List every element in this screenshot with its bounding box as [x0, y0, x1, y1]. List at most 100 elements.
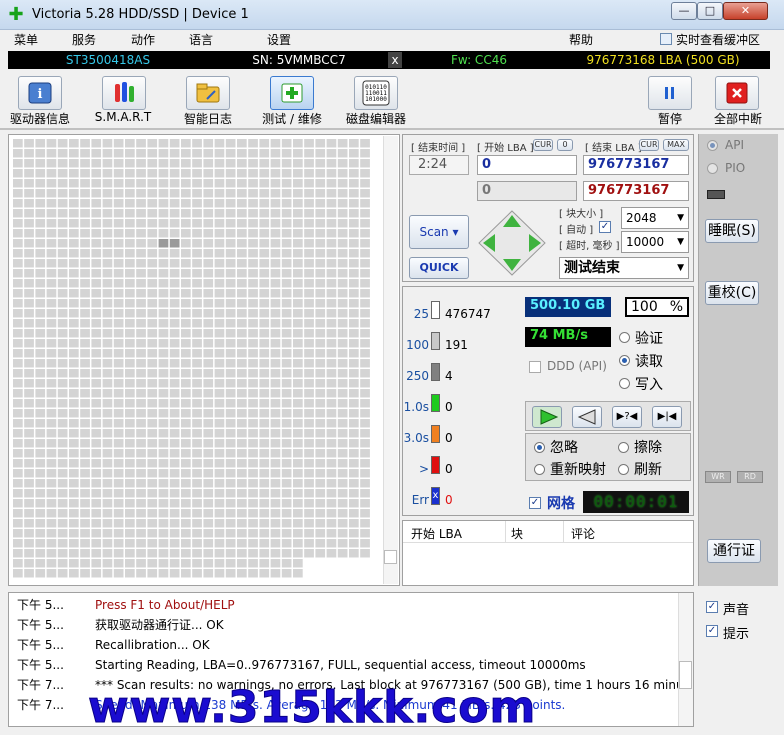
- pause-button[interactable]: [648, 76, 692, 110]
- passport-button[interactable]: 通行证: [707, 539, 761, 563]
- smart-label: S.M.A.R.T: [94, 110, 152, 124]
- hints-label: 提示: [723, 627, 750, 642]
- end-time-field[interactable]: 2:24: [409, 155, 469, 175]
- skip-unknown-icon[interactable]: ▶?◀: [612, 406, 642, 428]
- stat-label: >: [418, 462, 429, 476]
- timeout-select[interactable]: 10000 ▼: [621, 231, 689, 253]
- play-icon[interactable]: [532, 406, 562, 428]
- api-radio[interactable]: [707, 140, 718, 151]
- log-time: 下午 5...: [17, 618, 64, 632]
- disk-editor-button[interactable]: 010110 110011 101000: [354, 76, 398, 110]
- smart-log-label: 智能日志: [183, 112, 232, 126]
- recalibrate-button[interactable]: 重校(C): [705, 281, 759, 305]
- read-radio[interactable]: [619, 355, 630, 366]
- smart-button[interactable]: [102, 76, 146, 110]
- grid-scrollbar[interactable]: [383, 136, 398, 584]
- close-button[interactable]: ✕: [723, 2, 768, 20]
- block-size-label: [ 块大小 ]: [559, 209, 604, 220]
- log-folder-icon: [187, 77, 229, 109]
- write-radio[interactable]: [619, 378, 630, 389]
- end-lba-current: 976773167: [583, 181, 689, 201]
- drive-info-button[interactable]: i: [18, 76, 62, 110]
- skip-end-icon[interactable]: ▶|◀: [652, 406, 682, 428]
- pio-label: PIO: [725, 161, 746, 175]
- test-repair-button[interactable]: [270, 76, 314, 110]
- pio-radio[interactable]: [707, 163, 718, 174]
- grid-checkbox[interactable]: ✓: [529, 497, 541, 509]
- start-lba-current: 0: [477, 181, 577, 201]
- minimize-button[interactable]: —: [671, 2, 697, 20]
- toolbar-divider: [0, 128, 784, 130]
- stat-value: 0: [445, 400, 453, 414]
- stat-label: 1.0s: [403, 400, 429, 414]
- buffer-view-icon[interactable]: [660, 33, 672, 45]
- menu-item-action[interactable]: 动作: [131, 31, 155, 48]
- test-status-select[interactable]: 测试结束 ▼: [559, 257, 689, 279]
- log-time: 下午 5...: [17, 638, 64, 652]
- start-zero-button[interactable]: 0: [557, 139, 573, 151]
- menu-item-settings[interactable]: 设置: [267, 31, 291, 48]
- indicator-icon: [707, 190, 725, 199]
- direction-pad-icon[interactable]: [477, 209, 547, 277]
- menu-item-help[interactable]: 帮助: [569, 31, 593, 48]
- menu-item-service[interactable]: 服务: [72, 31, 96, 48]
- binary-editor-icon: 010110 110011 101000: [355, 77, 397, 109]
- end-lba-input[interactable]: 976773167: [583, 155, 689, 175]
- end-max-button[interactable]: MAX: [663, 139, 689, 151]
- device-info-bar: ST3500418AS SN: 5VMMBCC7 x Fw: CC46 9767…: [8, 51, 770, 69]
- stat-color-bar: [431, 363, 440, 381]
- stat-color-bar: [431, 332, 440, 350]
- erase-radio[interactable]: [618, 442, 629, 453]
- log-message: 获取驱动器通行证... OK: [95, 618, 224, 632]
- realtime-buffer-label[interactable]: 实时查看缓冲区: [676, 31, 760, 48]
- stat-label: 100: [406, 338, 429, 352]
- col-comment[interactable]: 评论: [571, 525, 595, 542]
- ddd-label: DDD (API): [547, 359, 607, 373]
- quick-button[interactable]: QUICK: [409, 257, 469, 279]
- ignore-radio[interactable]: [534, 442, 545, 453]
- menu-bar: 菜单 服务 动作 语言 设置 帮助 实时查看缓冲区: [0, 30, 784, 50]
- rewind-icon[interactable]: [572, 406, 602, 428]
- maximize-button[interactable]: □: [697, 2, 723, 20]
- stat-label: 250: [406, 369, 429, 383]
- stat-label: Err: [411, 493, 429, 507]
- verify-radio[interactable]: [619, 332, 630, 343]
- block-size-select[interactable]: 2048 ▼: [621, 207, 689, 229]
- scan-block-grid: [13, 139, 370, 578]
- defect-table: 开始 LBA 块 评论: [402, 520, 694, 586]
- sound-checkbox[interactable]: ✓: [706, 601, 718, 613]
- wr-indicator: WR: [705, 471, 731, 483]
- remap-radio[interactable]: [534, 464, 545, 475]
- error-action-group: 忽略 擦除 重新映射 刷新: [525, 433, 691, 481]
- end-cur-button[interactable]: CUR: [639, 139, 659, 151]
- stat-color-bar: x: [431, 487, 440, 505]
- stat-value: 0: [445, 462, 453, 476]
- device-firmware: Fw: CC46: [451, 53, 507, 67]
- stat-label: 25: [413, 307, 429, 321]
- hints-checkbox[interactable]: ✓: [706, 625, 718, 637]
- menu-item-language[interactable]: 语言: [189, 31, 213, 48]
- auto-checkbox[interactable]: ✓: [599, 221, 611, 233]
- menu-item-menu[interactable]: 菜单: [14, 31, 38, 48]
- log-time: 下午 5...: [17, 598, 64, 612]
- medical-cross-icon: [271, 77, 313, 109]
- sleep-button[interactable]: 睡眠(S): [705, 219, 759, 243]
- test-repair-label: 测试 / 维修: [262, 112, 322, 126]
- start-cur-button[interactable]: CUR: [533, 139, 553, 151]
- speed-display: 74 MB/s: [525, 327, 611, 347]
- svg-text:i: i: [38, 87, 43, 102]
- start-lba-input[interactable]: 0: [477, 155, 577, 175]
- refresh-radio[interactable]: [618, 464, 629, 475]
- abort-all-button[interactable]: [715, 76, 759, 110]
- smart-log-button[interactable]: [186, 76, 230, 110]
- start-lba-label: [ 开始 LBA ]: [477, 143, 534, 154]
- col-block[interactable]: 块: [511, 525, 523, 542]
- ddd-checkbox[interactable]: [529, 361, 541, 373]
- scan-button[interactable]: Scan ▾: [409, 215, 469, 249]
- pause-icon: [649, 77, 691, 109]
- playback-controls: ▶?◀ ▶|◀: [525, 401, 691, 431]
- device-close-icon[interactable]: x: [388, 52, 402, 68]
- log-scrollbar[interactable]: [678, 593, 693, 726]
- stat-value: 476747: [445, 307, 491, 321]
- col-start-lba[interactable]: 开始 LBA: [411, 525, 462, 542]
